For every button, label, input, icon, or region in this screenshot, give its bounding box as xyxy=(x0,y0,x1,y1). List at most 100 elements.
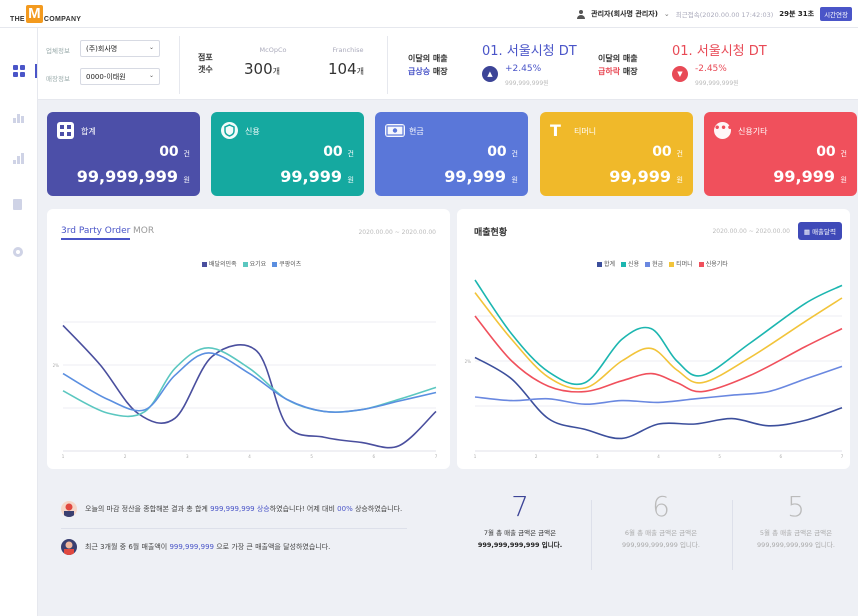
sidebar-active-indicator xyxy=(35,64,37,78)
mcopco-label: McOpCo xyxy=(259,46,287,54)
store-select[interactable]: 0000-이태원 ⌄ xyxy=(80,68,160,85)
divider xyxy=(179,36,180,94)
x-tick-label: 1 xyxy=(474,454,477,459)
franchise-count: 104개 xyxy=(328,60,365,78)
x-tick-label: 2 xyxy=(124,454,127,459)
card-credit-etc[interactable]: ••• 신용기타 00 건 99,999 원 xyxy=(704,112,857,196)
card-count: 00 건 xyxy=(652,144,683,160)
rank-down-percent: -2.45% xyxy=(695,64,727,74)
x-tick-label: 5 xyxy=(310,454,313,459)
mcopco-count: 300개 xyxy=(244,60,281,78)
card-count: 00 건 xyxy=(323,144,354,160)
card-count: 00 건 xyxy=(816,144,847,160)
divider xyxy=(61,528,407,529)
x-tick-label: 3 xyxy=(596,454,599,459)
chevron-down-icon: ⌄ xyxy=(148,72,154,79)
x-tick-label: 2 xyxy=(535,454,538,459)
company-label: 업체정보 xyxy=(46,47,70,55)
rank-down-amount: 999,999,999원 xyxy=(695,80,739,87)
sidebar xyxy=(0,28,38,616)
card-credit[interactable]: 신용 00 건 99,999 원 xyxy=(211,112,364,196)
cash-icon xyxy=(385,124,405,137)
month-summary-5: 5 5월 총 매출 금액은 금액은 999,999,999,999 입니다. xyxy=(757,490,835,549)
user-name[interactable]: 관리자(회사명 관리자) xyxy=(591,9,658,19)
card-label: 현금 xyxy=(409,127,424,136)
summary-bar: 업체정보 (주)회사명 ⌄ 매장정보 0000-이태원 ⌄ 점포 갯수 McOp… xyxy=(38,28,858,100)
stats-icon[interactable] xyxy=(13,152,25,164)
card-label: 신용 xyxy=(245,127,260,136)
x-tick-label: 7 xyxy=(435,454,438,459)
extend-session-button[interactable]: 시간연장 xyxy=(820,7,852,21)
card-count: 00 건 xyxy=(487,144,518,160)
user-area: 관리자(회사명 관리자) ⌄ 최근접속(2020.00.00 17:42:03)… xyxy=(577,6,852,22)
calculator-icon xyxy=(57,122,74,139)
store-label: 매장정보 xyxy=(46,75,70,83)
x-tick-label: 7 xyxy=(841,454,844,459)
rank-down-store[interactable]: 01. 서울시청 DT xyxy=(672,40,767,59)
x-tick-label: 4 xyxy=(248,454,251,459)
chevron-down-icon: ⌄ xyxy=(148,44,154,51)
series-line-1 xyxy=(62,324,437,449)
card-amount: 99,999 원 xyxy=(773,167,847,186)
card-count: 00 건 xyxy=(159,144,190,160)
card-amount: 99,999 원 xyxy=(609,167,683,186)
sales-line-chart: 2% 1 2 3 4 5 6 7 xyxy=(465,279,844,459)
card-tmoney[interactable]: T 티머니 00 건 99,999 원 xyxy=(540,112,693,196)
daily-message: 오늘의 마감 정산을 종합해본 결과 총 합계 999,999,999 상승하였… xyxy=(61,501,402,517)
third-party-line-chart: 2% 1 2 3 4 5 6 7 xyxy=(53,321,438,459)
document-icon[interactable] xyxy=(13,199,22,210)
x-tick-label: 1 xyxy=(62,454,65,459)
dashboard-icon[interactable] xyxy=(13,65,25,77)
y-tick-label: 2% xyxy=(53,363,60,368)
summary-messages: 오늘의 마감 정산을 종합해본 결과 총 합계 999,999,999 상승하였… xyxy=(48,480,848,600)
third-party-order-panel: 3rd Party Order MOR 2020.00.00 ~ 2020.00… xyxy=(47,209,450,469)
divider xyxy=(591,500,592,570)
y-tick-label: 2% xyxy=(465,359,472,364)
card-label: 티머니 xyxy=(574,127,597,136)
series-line-2 xyxy=(474,279,843,386)
quarter-message: 최근 3개월 중 6월 매출액이 999,999,999 으로 가장 큰 매출액… xyxy=(61,539,330,555)
rank-up-amount: 999,999,999원 xyxy=(505,80,549,87)
user-icon xyxy=(577,9,586,19)
last-login: 최근접속(2020.00.00 17:42:03) xyxy=(675,11,774,19)
rank-up-percent: +2.45% xyxy=(505,64,542,74)
avatar-icon xyxy=(61,501,77,517)
rank-up-label: 이달의 매출 급상승 매장 xyxy=(408,54,448,76)
month-summary-6: 6 6월 총 매출 금액은 금액은 999,999,999,999 입니다. xyxy=(622,490,700,549)
store-count-title: 점포 갯수 xyxy=(198,53,213,74)
arrow-up-icon: ▲ xyxy=(482,66,498,82)
company-logo[interactable]: THE M COMPANY xyxy=(10,5,81,23)
more-dots-icon: ••• xyxy=(714,122,733,139)
tmoney-icon: T xyxy=(550,121,561,140)
company-select[interactable]: (주)회사명 ⌄ xyxy=(80,40,160,57)
x-tick-label: 6 xyxy=(780,454,783,459)
card-amount: 99,999,999 원 xyxy=(76,167,190,186)
arrow-down-icon: ▼ xyxy=(672,66,688,82)
card-total[interactable]: 합계 00 건 99,999,999 원 xyxy=(47,112,200,196)
card-label: 신용기타 xyxy=(738,127,768,136)
top-bar: THE M COMPANY 관리자(회사명 관리자) ⌄ 최근접속(2020.0… xyxy=(0,0,858,28)
x-tick-label: 6 xyxy=(373,454,376,459)
chevron-down-icon[interactable]: ⌄ xyxy=(664,10,670,18)
bar-chart-icon[interactable] xyxy=(13,111,25,123)
card-amount: 99,999 원 xyxy=(444,167,518,186)
series-line-1 xyxy=(474,356,843,440)
card-cash[interactable]: 현금 00 건 99,999 원 xyxy=(375,112,528,196)
x-tick-label: 5 xyxy=(718,454,721,459)
rank-up-store[interactable]: 01. 서울시청 DT xyxy=(482,40,577,59)
rank-down-label: 이달의 매출 급하락 매장 xyxy=(598,54,638,76)
franchise-label: Franchise xyxy=(332,46,364,54)
x-tick-label: 4 xyxy=(657,454,660,459)
settings-icon[interactable] xyxy=(13,247,23,257)
card-amount: 99,999 원 xyxy=(280,167,354,186)
card-label: 합계 xyxy=(81,127,96,136)
series-line-3 xyxy=(62,352,437,413)
credit-shield-icon xyxy=(221,122,238,139)
avatar-icon xyxy=(61,539,77,555)
x-tick-label: 3 xyxy=(186,454,189,459)
sales-status-panel: 매출현황 2020.00.00 ~ 2020.00.00 ▦ 매출달력 합계 신… xyxy=(457,209,850,469)
month-summary-7: 7 7월 총 매출 금액은 금액은 999,999,999,999 입니다. xyxy=(477,490,563,549)
series-line-5 xyxy=(474,315,843,393)
divider xyxy=(732,500,733,570)
session-remaining: 29분 31초 xyxy=(779,10,815,18)
